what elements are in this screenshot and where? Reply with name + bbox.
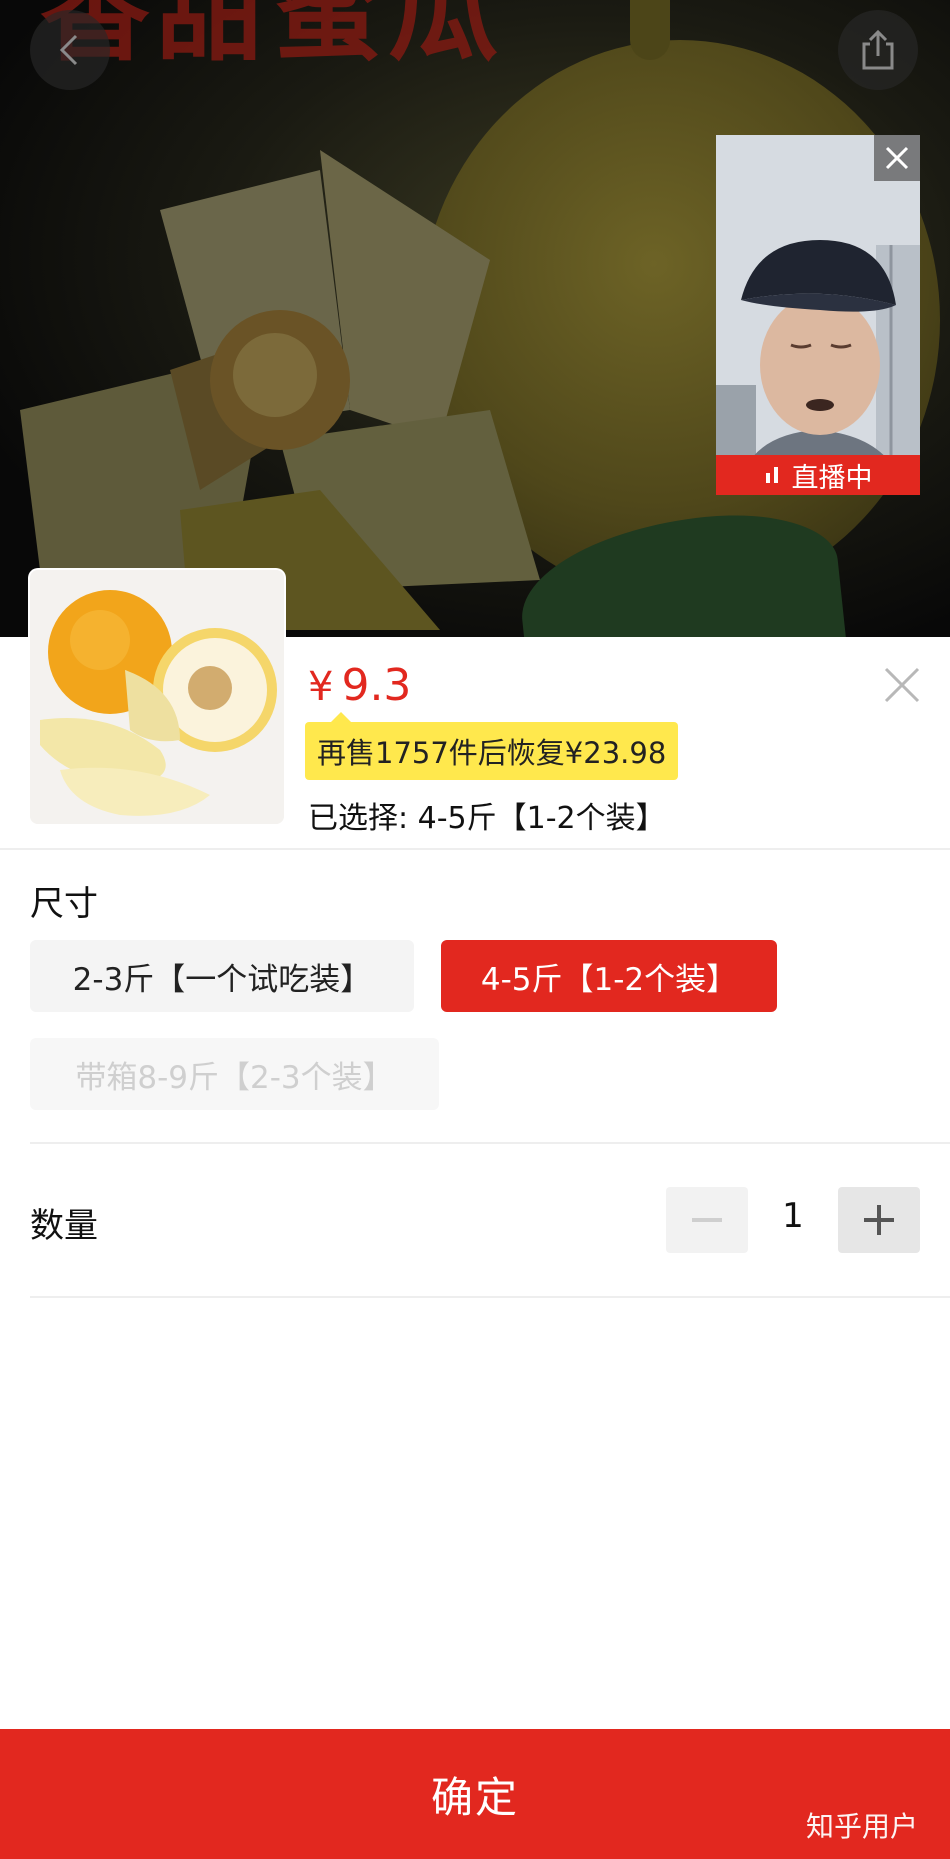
promo-tag: 再售1757件后恢复¥23.98: [305, 712, 679, 780]
live-badge-label: 直播中: [791, 462, 873, 494]
melon-stem-image: [630, 0, 670, 60]
size-option-selected[interactable]: 4-5斤【1-2个装】: [441, 940, 777, 1012]
selected-spec-label: 已选择: 4-5斤【1-2个装】: [308, 801, 666, 836]
live-close-button[interactable]: [874, 135, 920, 181]
size-title: 尺寸: [30, 884, 98, 924]
watermark: 知乎用户: [806, 1810, 919, 1843]
share-button[interactable]: [838, 10, 918, 90]
sheet-close-button[interactable]: [882, 665, 922, 705]
quantity-decrease-button[interactable]: [666, 1187, 748, 1253]
live-badge: 直播中: [716, 455, 920, 495]
size-option-trial[interactable]: 2-3斤【一个试吃装】: [30, 940, 414, 1012]
price: ¥9.3: [308, 660, 411, 711]
banner-title: 香甜蜜瓜: [40, 0, 504, 76]
close-icon: [885, 146, 909, 170]
divider: [0, 848, 950, 850]
divider: [30, 1296, 950, 1298]
melon-slices-image: [20, 150, 540, 630]
size-option-boxed: 带箱8-9斤【2-3个装】: [30, 1038, 439, 1110]
currency-symbol: ¥: [308, 664, 334, 710]
plus-icon: [864, 1205, 894, 1235]
share-icon: [862, 29, 894, 70]
quantity-value: 1: [782, 1196, 804, 1236]
product-thumbnail: [30, 570, 284, 824]
live-signal-icon: [765, 467, 778, 483]
minus-icon: [692, 1218, 722, 1222]
quantity-title: 数量: [30, 1206, 98, 1246]
back-button[interactable]: [30, 10, 110, 90]
chevron-left-icon: [59, 34, 78, 66]
streamer-video: [716, 135, 920, 495]
quantity-increase-button[interactable]: [838, 1187, 920, 1253]
price-value: 9.3: [341, 660, 412, 711]
live-stream-window[interactable]: 直播中: [716, 135, 920, 495]
divider: [30, 1142, 950, 1144]
melon-thumbnail-image: [30, 570, 284, 824]
